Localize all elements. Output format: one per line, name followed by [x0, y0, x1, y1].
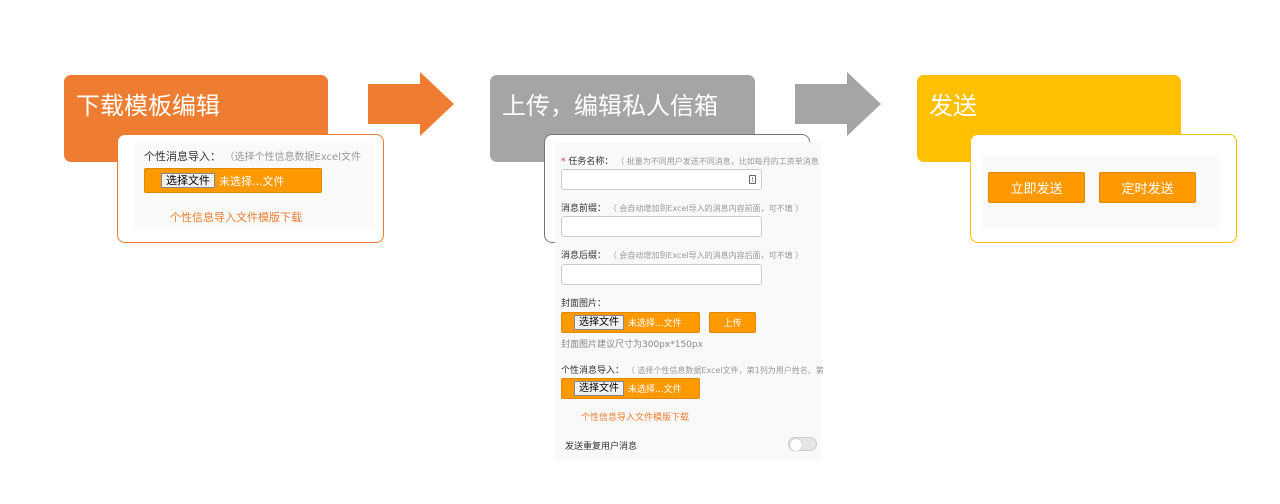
arrow-right-icon — [368, 72, 454, 136]
import-file-picker[interactable]: 选择文件 未选择...文件 — [561, 378, 700, 399]
import-label-row: 个性消息导入： （选择个性信息数据Excel文件 — [144, 148, 361, 164]
choose-file-button[interactable]: 选择文件 — [161, 173, 215, 188]
choose-file-button[interactable]: 选择文件 — [574, 315, 624, 330]
step-title: 下载模板编辑 — [76, 92, 220, 120]
step-title: 上传，编辑私人信箱 — [502, 92, 718, 120]
template-download-link[interactable]: 个性信息导入文件模版下载 — [170, 209, 302, 225]
send-now-button[interactable]: 立即发送 — [988, 172, 1085, 203]
task-name-label: 任务名称： — [568, 157, 614, 167]
send-scheduled-button[interactable]: 定时发送 — [1099, 172, 1196, 203]
file-status: 未选择...文件 — [628, 385, 682, 395]
file-status: 未选择...文件 — [219, 174, 285, 188]
task-name-label-row: * 任务名称： （ 批量为不同用户发送不同消息，比如每月的工资单消息 — [561, 154, 819, 167]
upload-form-panel: * 任务名称： （ 批量为不同用户发送不同消息，比如每月的工资单消息 ! 消息前… — [555, 142, 824, 460]
import-label: 个性消息导入： — [561, 366, 625, 376]
toggle-knob — [790, 439, 802, 451]
required-mark: * — [561, 157, 566, 167]
prefix-label: 消息前缀： — [561, 204, 607, 214]
prefix-input[interactable] — [561, 216, 762, 237]
suffix-label-row: 消息后缀： （ 会自动增加到Excel导入的消息内容后面，可不填 ） — [561, 248, 803, 261]
repeat-user-toggle[interactable] — [788, 437, 817, 451]
upload-button[interactable]: 上传 — [709, 312, 756, 333]
suffix-label: 消息后缀： — [561, 251, 607, 261]
import-label: 个性消息导入： — [144, 150, 221, 163]
prefix-hint: （ 会自动增加到Excel导入的消息内容前面，可不填 ） — [608, 204, 804, 213]
suffix-hint: （ 会自动增加到Excel导入的消息内容后面，可不填 ） — [608, 251, 804, 260]
file-picker[interactable]: 选择文件 未选择...文件 — [144, 168, 322, 193]
info-icon: ! — [749, 175, 756, 184]
import-hint: （选择个性信息数据Excel文件 — [224, 152, 362, 163]
arrow-right-icon — [795, 72, 881, 136]
import-label-row: 个性消息导入： （ 选择个性信息数据Excel文件，第1列为用户姓名、第 — [561, 363, 824, 376]
prefix-label-row: 消息前缀： （ 会自动增加到Excel导入的消息内容前面，可不填 ） — [561, 201, 803, 214]
cover-file-picker[interactable]: 选择文件 未选择...文件 — [561, 312, 700, 333]
suffix-input[interactable] — [561, 264, 762, 285]
cover-label: 封面图片： — [561, 299, 607, 309]
task-name-hint: （ 批量为不同用户发送不同消息，比如每月的工资单消息 — [616, 157, 819, 166]
file-status: 未选择...文件 — [628, 319, 682, 329]
template-download-link[interactable]: 个性信息导入文件模版下载 — [581, 410, 689, 423]
task-name-input[interactable]: ! — [561, 169, 762, 190]
send-panel: 立即发送 定时发送 — [982, 156, 1219, 228]
import-panel: 个性消息导入： （选择个性信息数据Excel文件 选择文件 未选择...文件 个… — [134, 143, 374, 229]
choose-file-button[interactable]: 选择文件 — [574, 381, 624, 396]
cover-size-hint: 封面图片建议尺寸为300px*150px — [561, 340, 703, 350]
step-title: 发送 — [929, 92, 977, 120]
repeat-user-label: 发送重复用户消息 — [565, 442, 638, 452]
import-hint: （ 选择个性信息数据Excel文件，第1列为用户姓名、第 — [626, 366, 824, 375]
